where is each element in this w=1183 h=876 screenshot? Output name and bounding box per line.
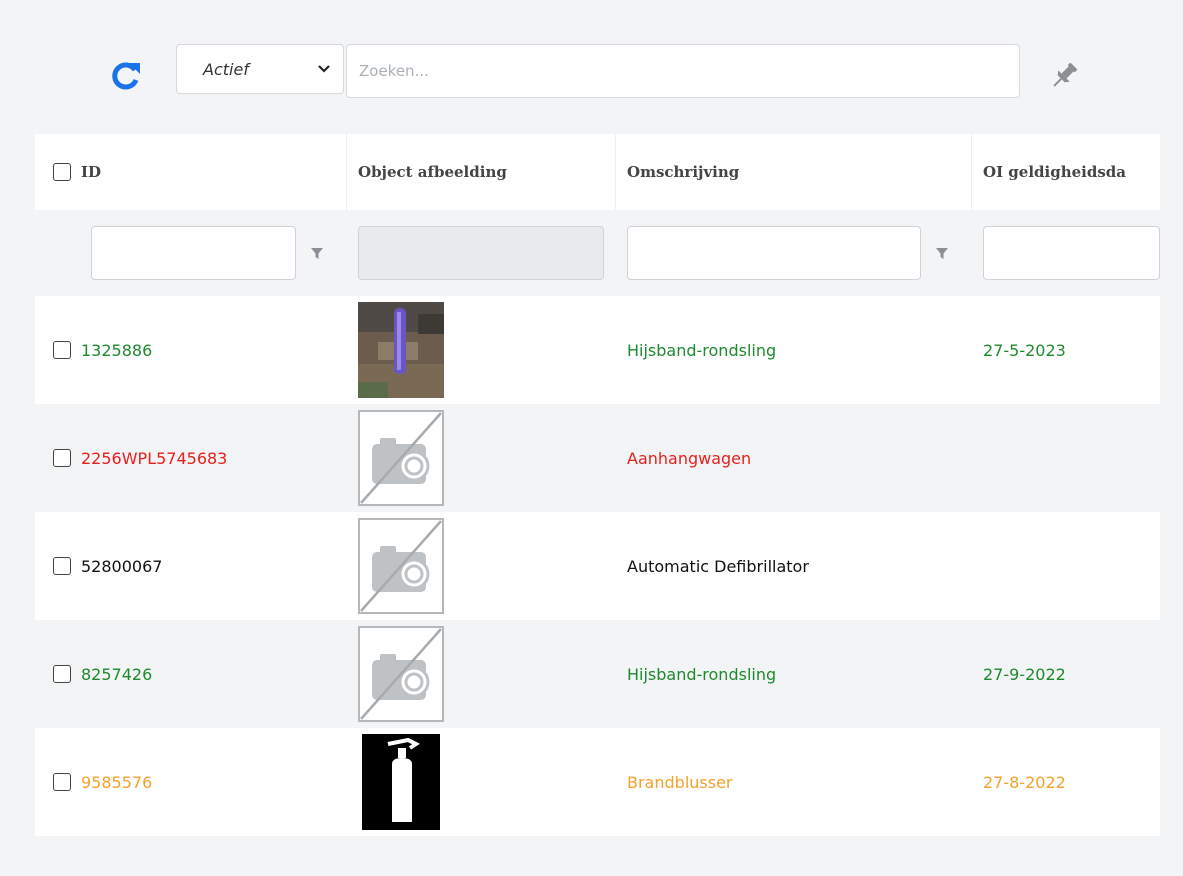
filter-icon[interactable] [310,246,324,260]
pin-icon [1053,62,1078,87]
cell-id: 2256WPL5745683 [35,404,346,512]
filter-icon[interactable] [935,246,949,260]
object-photo-thumbnail [358,302,444,398]
table-body: 1325886 Hijsband-rondsling 27-5-2023 225… [35,296,1160,836]
row-checkbox[interactable] [53,341,71,359]
filter-cell-date [971,210,1160,296]
filter-input-date[interactable] [983,226,1160,280]
column-header-id[interactable]: ID [35,134,346,210]
row-checkbox[interactable] [53,773,71,791]
column-header-description-label: Omschrijving [627,163,740,181]
table-row[interactable]: 8257426 Hijsband-rondsling 27-9-2022 [35,620,1160,728]
cell-image[interactable] [346,728,615,836]
table-row[interactable]: 52800067 Automatic Defibrillator [35,512,1160,620]
cell-date: 27-8-2022 [971,728,1160,836]
filter-cell-image [346,210,615,296]
cell-date: 27-5-2023 [971,296,1160,404]
search-input[interactable] [346,44,1020,98]
column-header-date[interactable]: OI geldigheidsda [971,134,1160,210]
row-id[interactable]: 2256WPL5745683 [81,449,227,468]
status-select[interactable]: Actief [176,44,344,94]
row-date: 27-8-2022 [983,772,1066,792]
column-header-id-label: ID [81,163,102,181]
no-photo-icon [358,626,444,722]
row-description: Aanhangwagen [627,448,752,468]
row-checkbox[interactable] [53,449,71,467]
chevron-down-icon [318,65,330,73]
row-id[interactable]: 9585576 [81,773,152,792]
filter-row [35,210,1160,296]
status-select-value: Actief [203,59,249,79]
cell-date [971,404,1160,512]
cell-description: Hijsband-rondsling [615,620,971,728]
filter-input-image-disabled [358,226,604,280]
row-date: 27-9-2022 [983,664,1066,684]
toolbar: Actief [0,44,1183,100]
filter-cell-id [35,210,346,296]
cell-description: Brandblusser [615,728,971,836]
refresh-icon [112,62,140,90]
table-row[interactable]: 1325886 Hijsband-rondsling 27-5-2023 [35,296,1160,404]
row-checkbox[interactable] [53,665,71,683]
cell-id: 8257426 [35,620,346,728]
refresh-button[interactable] [104,54,148,98]
filter-input-id[interactable] [91,226,296,280]
row-id[interactable]: 1325886 [81,341,152,360]
row-description: Hijsband-rondsling [627,340,777,360]
row-id[interactable]: 52800067 [81,557,162,576]
filter-cell-description [615,210,971,296]
column-header-image[interactable]: Object afbeelding [346,134,615,210]
no-photo-icon [358,410,444,506]
select-all-checkbox[interactable] [53,163,71,181]
column-header-description[interactable]: Omschrijving [615,134,971,210]
page: Actief ID Obj [0,0,1183,876]
cell-image[interactable] [346,512,615,620]
cell-image[interactable] [346,296,615,404]
no-photo-icon [358,518,444,614]
fire-extinguisher-icon [362,734,440,830]
pin-button[interactable] [1044,56,1084,96]
cell-description: Hijsband-rondsling [615,296,971,404]
table-header-row: ID Object afbeelding Omschrijving OI gel… [35,134,1160,210]
row-id[interactable]: 8257426 [81,665,152,684]
cell-date [971,512,1160,620]
cell-id: 1325886 [35,296,346,404]
row-checkbox[interactable] [53,557,71,575]
table-row[interactable]: 9585576 Brandblusser 27-8-2022 [35,728,1160,836]
table-row[interactable]: 2256WPL5745683 Aanhangwagen [35,404,1160,512]
row-date: 27-5-2023 [983,340,1066,360]
cell-description: Automatic Defibrillator [615,512,971,620]
cell-description: Aanhangwagen [615,404,971,512]
cell-image[interactable] [346,404,615,512]
row-description: Brandblusser [627,772,733,792]
cell-image[interactable] [346,620,615,728]
column-header-image-label: Object afbeelding [358,163,507,181]
cell-date: 27-9-2022 [971,620,1160,728]
row-description: Automatic Defibrillator [627,556,809,576]
filter-input-description[interactable] [627,226,921,280]
cell-id: 9585576 [35,728,346,836]
data-grid: ID Object afbeelding Omschrijving OI gel… [35,134,1160,836]
column-header-date-label: OI geldigheidsda [983,163,1126,181]
row-description: Hijsband-rondsling [627,664,777,684]
cell-id: 52800067 [35,512,346,620]
